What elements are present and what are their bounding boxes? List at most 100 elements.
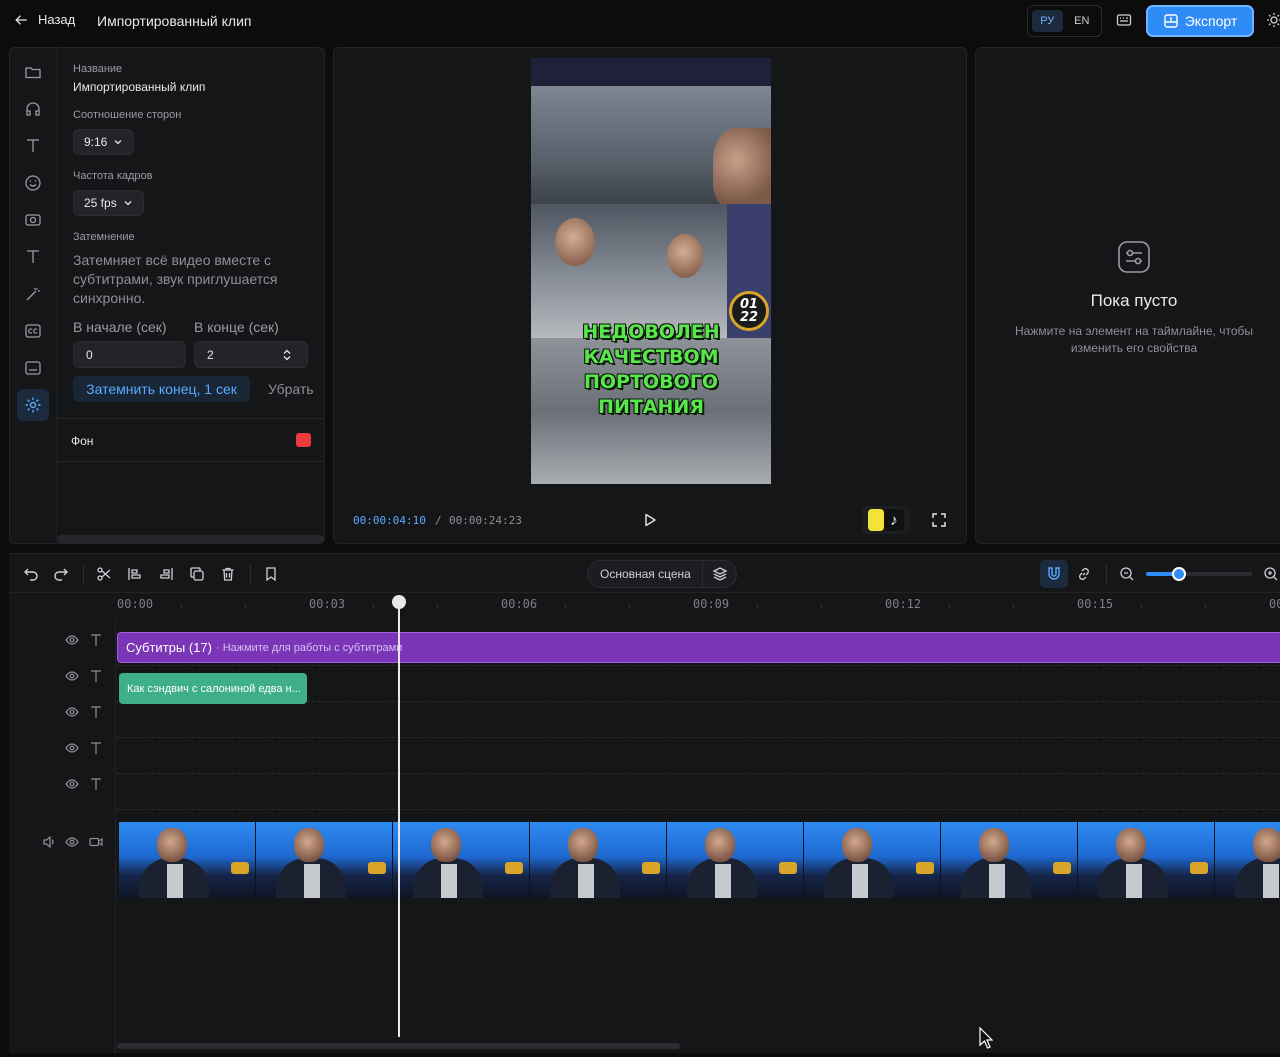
aspect-select[interactable]: 9:16 [73, 129, 135, 155]
eye-icon[interactable] [65, 669, 79, 683]
subtitles-hint: · Нажмите для работы с субтитрами [215, 641, 403, 654]
smile-icon[interactable] [24, 174, 42, 192]
properties-panel: Название Импортированный клип Соотношени… [56, 47, 325, 544]
eye-icon[interactable] [65, 705, 79, 719]
zoom-out-icon[interactable] [1119, 566, 1135, 582]
video-thumbnail [256, 822, 393, 898]
video-thumbnail [393, 822, 530, 898]
ruler-tick [1013, 605, 1014, 609]
zoom-in-icon[interactable] [1263, 566, 1279, 582]
text-icon[interactable] [24, 248, 42, 266]
stepper-icon[interactable] [283, 349, 291, 361]
folder-icon[interactable] [24, 63, 42, 81]
ruler-label: 00:00 [117, 597, 154, 611]
video-thumbnail [530, 822, 667, 898]
text-clip[interactable]: Как сэндвич с салониной едва н... [119, 673, 307, 704]
zoom-slider-handle[interactable] [1171, 567, 1186, 581]
ruler-label: 00 [1269, 597, 1280, 611]
bookmark-icon[interactable] [263, 566, 279, 582]
play-icon[interactable] [642, 512, 658, 528]
ruler-tick [949, 605, 950, 609]
ruler-tick [821, 605, 822, 609]
ruler-tick [1205, 605, 1206, 609]
text-icon [91, 742, 101, 754]
fade-end-value: 2 [207, 347, 214, 362]
align-right-icon[interactable] [158, 566, 174, 582]
subtitles-title: Субтитры (17) [126, 640, 212, 655]
preview-face [713, 128, 771, 208]
playhead-handle[interactable] [392, 595, 406, 609]
magic-wand-icon[interactable] [24, 285, 42, 303]
zoom-slider[interactable] [1146, 567, 1252, 581]
ruler-tick [565, 605, 566, 609]
preview-panel: 01 22 НЕДОВОЛЕН КАЧЕСТВОМ ПОРТОВОГО ПИТАН… [333, 47, 967, 544]
align-left-icon[interactable] [127, 566, 143, 582]
text-icon[interactable] [24, 137, 42, 155]
camera-icon[interactable] [24, 211, 42, 229]
divider [57, 461, 324, 462]
trash-icon[interactable] [220, 566, 236, 582]
cc-icon[interactable] [24, 322, 42, 340]
magnet-icon [1048, 567, 1060, 580]
undo-icon[interactable] [23, 566, 39, 582]
preview-frame-strip [531, 58, 771, 86]
tool-rail [9, 47, 56, 544]
duplicate-icon[interactable] [189, 566, 205, 582]
video-track[interactable] [119, 822, 1280, 898]
text-icon [91, 706, 101, 718]
split-icon[interactable] [96, 566, 112, 582]
remove-fade-button[interactable]: Убрать [268, 381, 314, 397]
subtitles-icon[interactable] [24, 359, 42, 377]
social-overlay-button[interactable]: ♪ [862, 506, 910, 534]
background-color-swatch[interactable] [296, 433, 311, 447]
gear-icon[interactable] [17, 389, 49, 421]
toolbar-divider [250, 564, 251, 584]
ruler-label: 00:15 [1077, 597, 1114, 611]
export-label: Экспорт [1184, 13, 1238, 29]
export-button[interactable]: Экспорт [1146, 5, 1254, 37]
fade-start-input[interactable]: 0 [73, 341, 186, 368]
video-thumbnail [1215, 822, 1280, 898]
timeline-scrollbar[interactable] [117, 1043, 680, 1049]
time-separator: / [435, 514, 442, 527]
fade-end-input[interactable]: 2 [194, 341, 308, 368]
layers-icon[interactable] [702, 560, 736, 588]
name-value[interactable]: Импортированный клип [73, 80, 205, 94]
subtitles-track[interactable]: Субтитры (17) · Нажмите для работы с суб… [117, 632, 1280, 663]
aspect-value: 9:16 [84, 135, 108, 149]
redo-icon[interactable] [53, 566, 69, 582]
eye-icon[interactable] [65, 633, 79, 647]
eye-icon[interactable] [65, 741, 79, 755]
panel-scrollbar[interactable] [57, 535, 324, 543]
back-button[interactable]: Назад [14, 12, 75, 27]
lang-en-button[interactable]: EN [1067, 10, 1098, 32]
time-ruler[interactable]: 00:00 00:03 00:06 00:09 00:12 00:15 00 [9, 592, 1280, 618]
video-thumbnail [804, 822, 941, 898]
empty-state-hint: Нажмите на элемент на таймлайне, чтобы и… [1015, 324, 1253, 355]
text-icon [91, 634, 101, 646]
scene-selector[interactable]: Основная сцена [587, 560, 737, 588]
text-icon [91, 670, 101, 682]
snap-magnet-toggle[interactable] [1040, 560, 1068, 588]
empty-state-title: Пока пусто [1090, 291, 1178, 310]
track-divider [117, 737, 1280, 738]
sun-icon[interactable] [1266, 12, 1280, 28]
video-preview[interactable]: 01 22 НЕДОВОЛЕН КАЧЕСТВОМ ПОРТОВОГО ПИТАН… [531, 58, 771, 484]
ruler-label: 00:12 [885, 597, 922, 611]
headphones-icon[interactable] [24, 100, 42, 118]
link-icon[interactable] [1076, 566, 1092, 582]
preview-face [667, 234, 703, 278]
toolbar-divider [1106, 564, 1107, 584]
video-thumbnail [667, 822, 804, 898]
fps-select[interactable]: 25 fps [73, 190, 144, 216]
eye-icon[interactable] [65, 835, 79, 849]
volume-icon[interactable] [42, 835, 56, 849]
keyboard-icon[interactable] [1116, 12, 1132, 28]
fps-value: 25 fps [84, 196, 117, 210]
video-thumbnail [941, 822, 1078, 898]
fade-end-button[interactable]: Затемнить конец, 1 сек [73, 376, 250, 402]
fps-label: Частота кадров [73, 170, 153, 182]
eye-icon[interactable] [65, 777, 79, 791]
fullscreen-icon[interactable] [931, 512, 947, 528]
lang-ru-button[interactable]: РУ [1032, 10, 1063, 32]
